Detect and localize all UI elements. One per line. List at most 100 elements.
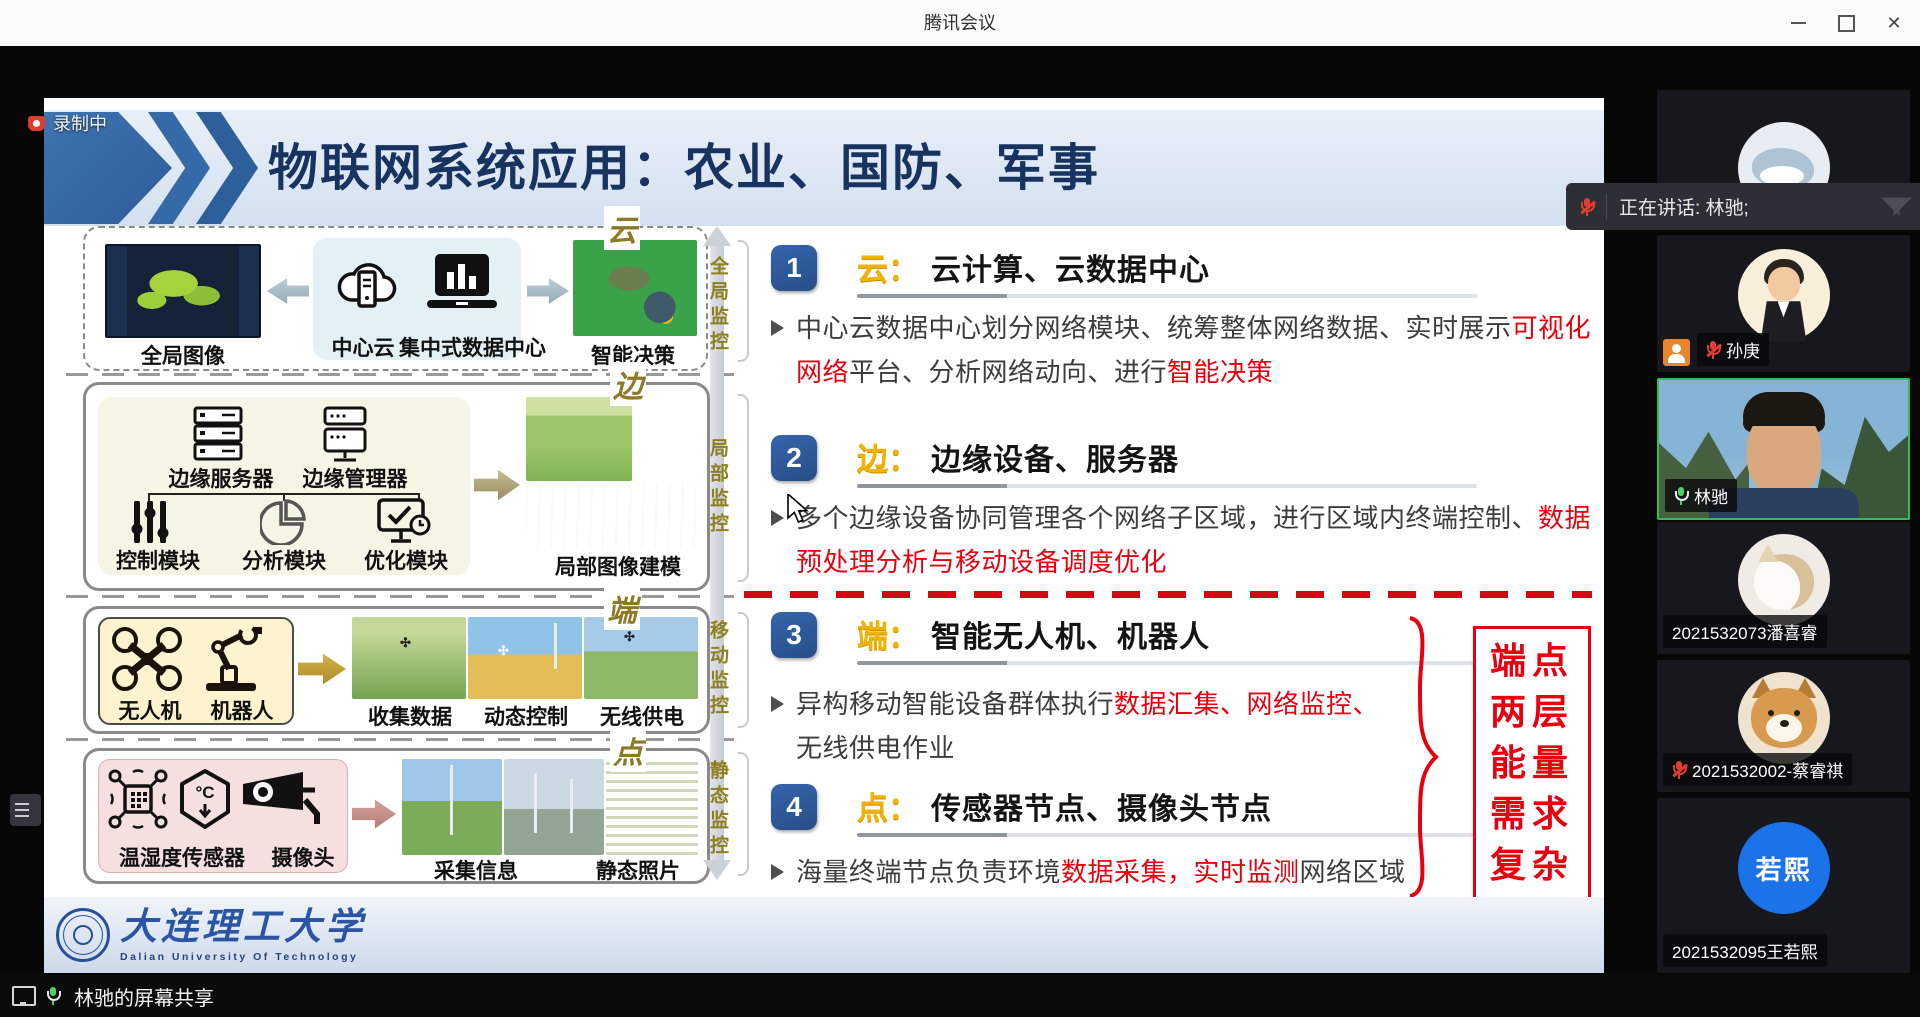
university-emblem-icon xyxy=(56,908,110,963)
participant-tile-sungeng[interactable]: 孙庚 xyxy=(1657,235,1910,372)
share-label: 林驰的屏幕共享 xyxy=(74,987,214,1010)
point-2-heading: 边缘设备、服务器 xyxy=(931,444,1179,477)
svg-text:°C: °C xyxy=(195,783,214,802)
host-role-icon xyxy=(1663,339,1690,366)
row-bracket xyxy=(738,612,749,728)
participant-name: 2021532002-蔡睿祺 xyxy=(1663,753,1853,786)
participant-name: 林驰 xyxy=(1665,479,1737,512)
sensor-station-image xyxy=(504,759,604,855)
edge-arrow-icon xyxy=(474,469,520,501)
screen-share-icon xyxy=(12,986,36,1006)
paddy-field-image xyxy=(526,397,632,481)
point-4-number: 4 xyxy=(771,784,817,830)
speaking-notification: 正在讲话: 林驰; ◥◤ xyxy=(1566,183,1920,230)
device-arrow-icon xyxy=(298,653,346,685)
presentation-slide: 物联网系统应用：农业、国防、军事 全局图像 中心云 集中式数据中心 智能决策 边… xyxy=(44,98,1604,973)
point-2-header: 边： 边缘设备、服务器 xyxy=(857,434,1179,479)
close-button[interactable]: ✕ xyxy=(1884,13,1904,33)
participant-name: 孙庚 xyxy=(1697,333,1769,366)
iot-chip-icon xyxy=(108,769,168,829)
collect-data-image: ✣ xyxy=(352,617,466,699)
edge-server-label: 边缘服务器 xyxy=(168,467,274,491)
participant-tile-wangruoxi[interactable]: 若熙 2021532095王若熙 xyxy=(1657,798,1910,973)
tree-drop xyxy=(148,493,150,501)
avatar xyxy=(1737,534,1830,627)
point-1-heading: 云计算、云数据中心 xyxy=(931,254,1210,287)
collect-data-label: 收集数据 xyxy=(368,705,452,729)
global-dashboard-image xyxy=(105,244,261,338)
wireless-power-label: 无线供电 xyxy=(600,705,684,729)
participant-tile-panxirui[interactable]: 2021532073潘喜睿 xyxy=(1657,522,1910,654)
speaking-label: 正在讲话: 林驰; xyxy=(1619,198,1749,219)
robot-arm-icon xyxy=(206,625,262,691)
weather-station-image xyxy=(402,759,502,855)
watermark-icon: ◥◤ xyxy=(1881,192,1912,219)
cloud-server-icon xyxy=(337,263,397,308)
dynamic-control-label: 动态控制 xyxy=(484,705,568,729)
panel-toggle-button[interactable] xyxy=(10,794,41,826)
local-modeling-label: 局部图像建模 xyxy=(555,555,681,579)
participant-tile-linchi-active[interactable]: 林驰 xyxy=(1657,378,1910,520)
bullet-arrow-icon xyxy=(771,696,784,712)
divider xyxy=(1606,193,1607,220)
data-center-label: 集中式数据中心 xyxy=(399,336,546,360)
university-name-en: Dalian University Of Technology xyxy=(120,951,359,963)
point-2-number: 2 xyxy=(771,435,817,481)
avatar xyxy=(1737,672,1830,765)
analysis-module-label: 分析模块 xyxy=(242,549,326,573)
minimize-button[interactable] xyxy=(1788,13,1808,33)
red-note-row: 需求 xyxy=(1489,793,1574,834)
collect-info-label: 采集信息 xyxy=(434,859,518,883)
shared-screen-stage: 录制中 物联网系统应用：农业、国防、军事 全局图像 中心云 集中式数据中心 智能… xyxy=(0,46,1920,975)
right-arrow-icon xyxy=(527,278,569,304)
participant-name: 2021532073潘喜睿 xyxy=(1663,615,1827,648)
edge-layer-box: 边缘服务器 边缘管理器 控制模块 分析模块 优化模块 局部图像建模 xyxy=(83,382,710,591)
point-2-key: 边： xyxy=(857,442,919,477)
analysis-module-icon xyxy=(260,499,306,545)
decision-map-image xyxy=(573,240,697,336)
point-1-header: 云： 云计算、云数据中心 xyxy=(857,244,1210,289)
sensor-box: °C 温湿度传感器 摄像头 xyxy=(98,759,348,873)
muted-mic-icon xyxy=(1706,340,1721,359)
app-titlebar: 腾讯会议 ✕ xyxy=(0,0,1920,47)
point-4-text: 海量终端节点负责环境数据采集，实时监测网络区域 xyxy=(796,857,1406,887)
field-rows-image xyxy=(526,483,696,549)
point-3-number: 3 xyxy=(771,612,817,658)
red-brace xyxy=(1409,616,1439,898)
camera-label: 摄像头 xyxy=(271,846,335,870)
header-underline xyxy=(857,484,1477,488)
university-name-cn: 大连理工大学 xyxy=(120,907,366,949)
share-status-bar: 林驰的屏幕共享 xyxy=(0,975,1920,1017)
node-tag: 点 xyxy=(610,728,646,772)
header-underline xyxy=(857,833,1477,837)
red-note-row: 两层 xyxy=(1489,691,1574,732)
edge-manager-label: 边缘管理器 xyxy=(302,467,408,491)
recording-label: 录制中 xyxy=(53,114,107,134)
participant-tile-cairuiqi[interactable]: 2021532002-蔡睿祺 xyxy=(1657,660,1910,792)
active-mic-icon xyxy=(1674,486,1689,505)
minimize-icon xyxy=(1790,22,1806,24)
point-3-text: 异构移动智能设备群体执行数据汇集、网络监控、无线供电作业 xyxy=(796,689,1380,763)
node-arrow-icon xyxy=(352,799,396,829)
device-tag: 端 xyxy=(604,586,640,630)
window-controls: ✕ xyxy=(1788,0,1904,46)
global-image-label: 全局图像 xyxy=(141,344,225,368)
mobile-monitor-label: 移动监控 xyxy=(707,620,728,720)
global-monitor-label: 全局监控 xyxy=(707,256,728,356)
avatar xyxy=(1737,249,1830,342)
point-2-bullet: 多个边缘设备协同管理各个网络子区域，进行区域内终端控制、数据预处理分析与移动设备… xyxy=(771,496,1601,584)
app-title: 腾讯会议 xyxy=(924,13,996,33)
maximize-button[interactable] xyxy=(1836,13,1856,33)
cloud-center-box: 中心云 集中式数据中心 xyxy=(313,238,546,360)
red-dashed-separator xyxy=(744,591,1592,598)
static-monitor-label: 静态监控 xyxy=(707,760,728,860)
red-note-row: 复杂 xyxy=(1489,844,1574,885)
point-1-key: 云： xyxy=(857,252,919,287)
row-bracket xyxy=(738,394,749,582)
point-4-heading: 传感器节点、摄像头节点 xyxy=(931,793,1272,826)
cloud-tag: 云 xyxy=(604,206,640,250)
recording-indicator: 录制中 xyxy=(28,110,107,136)
bullet-arrow-icon xyxy=(771,864,784,880)
point-1-bullet: 中心云数据中心划分网络模块、统筹整体网络数据、实时展示可视化网络平台、分析网络动… xyxy=(771,306,1601,394)
greenhouse-image xyxy=(634,397,696,481)
